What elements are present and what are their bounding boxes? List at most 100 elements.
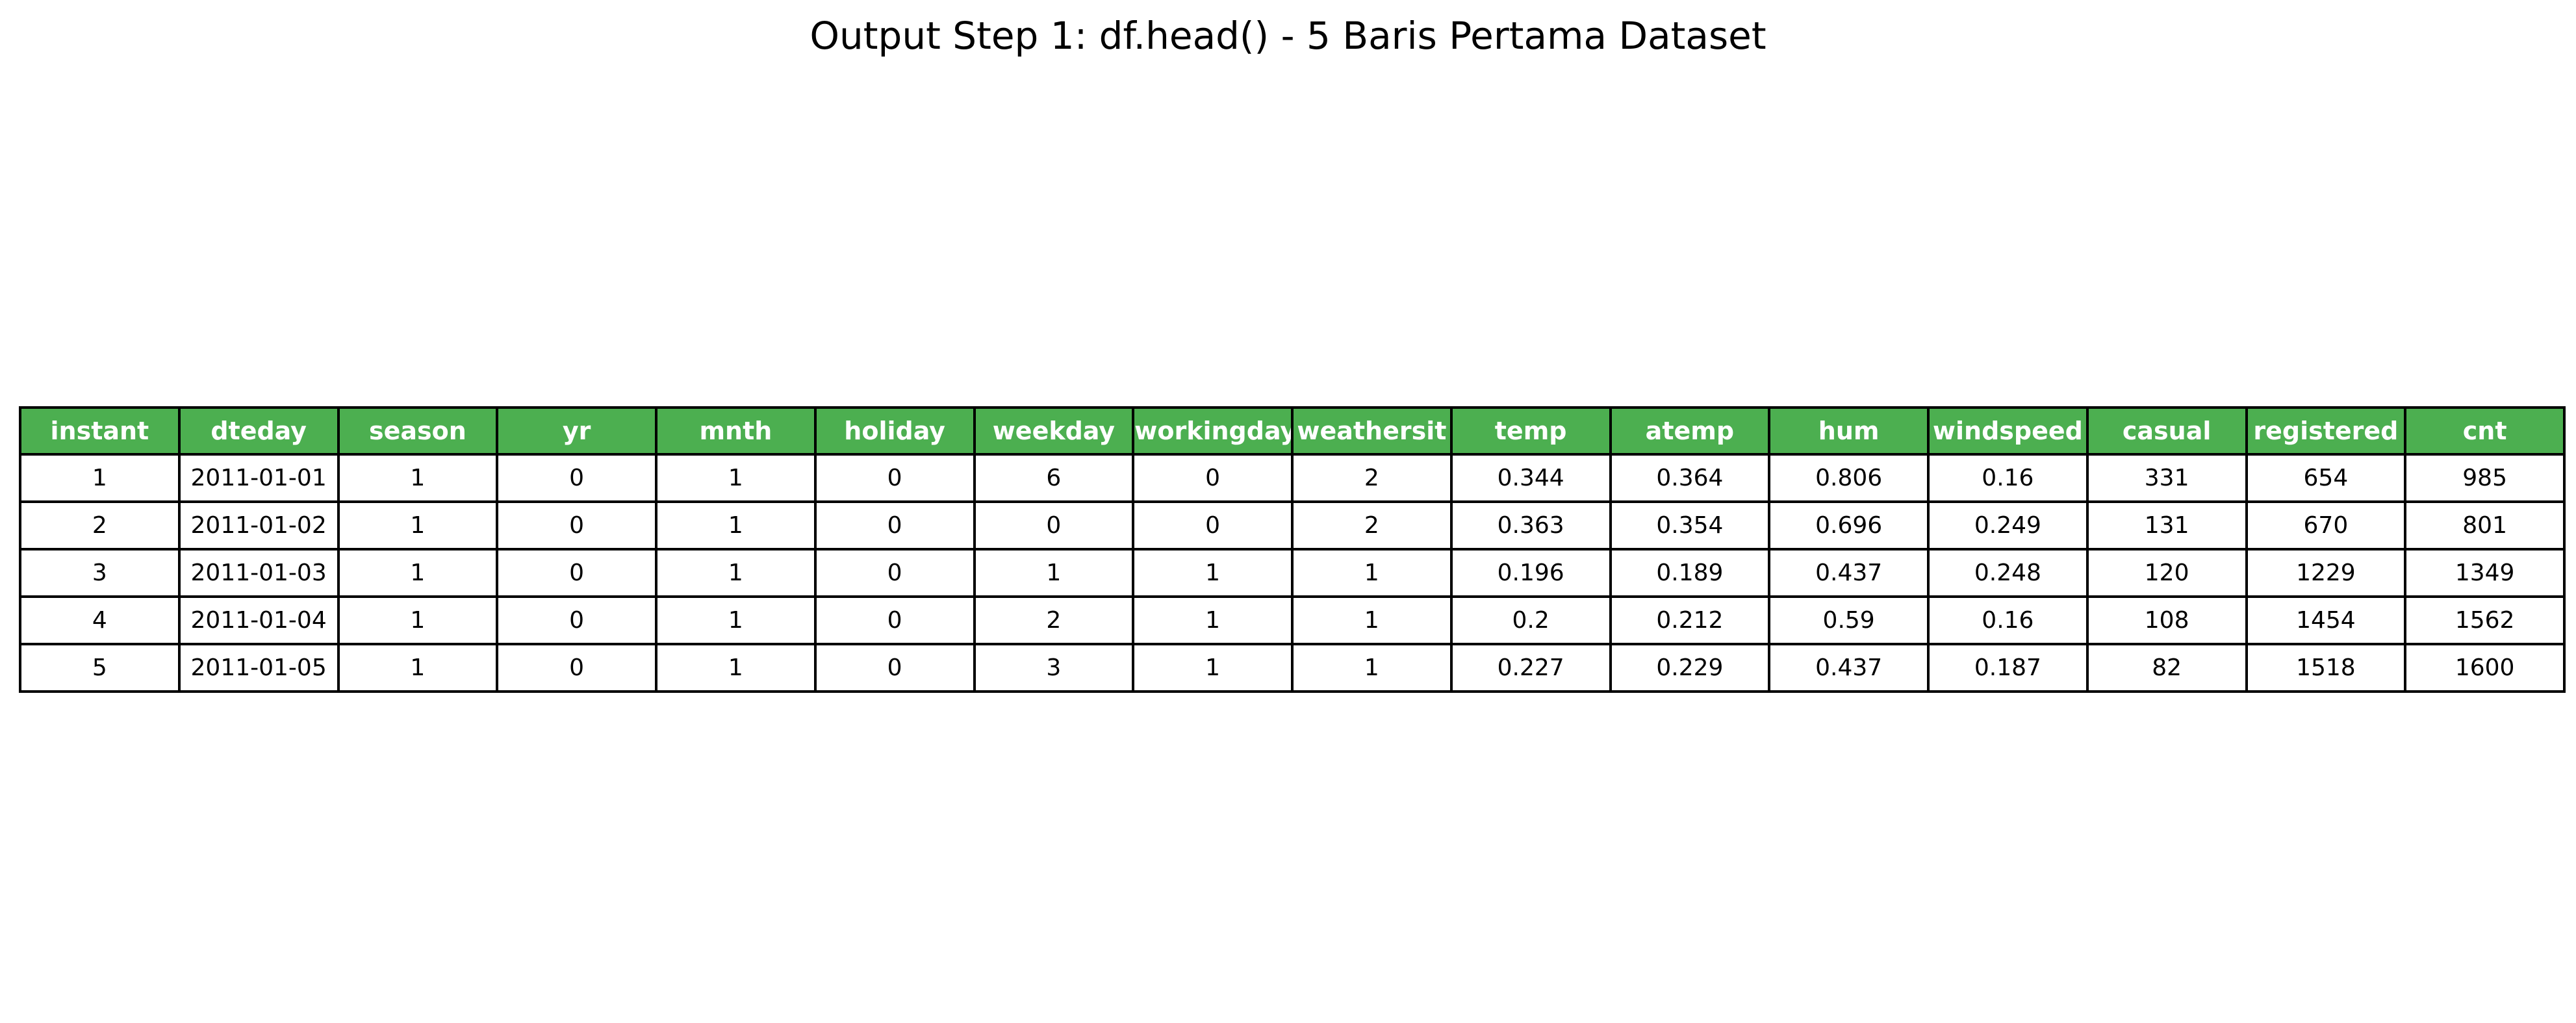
table-cell-yr: 0 [496,453,657,503]
column-header-workingday: workingday [1132,406,1294,456]
table-cell-registered: 670 [2245,500,2407,550]
table-cell-season: 1 [337,548,499,598]
table-cell-weekday: 3 [973,643,1135,693]
table-cell-cnt: 1562 [2404,595,2566,645]
column-header-mnth: mnth [655,406,817,456]
table-cell-hum: 0.437 [1768,548,1930,598]
table-cell-dteday: 2011-01-03 [177,548,340,598]
table-cell-season: 1 [337,595,499,645]
table-cell-windspeed: 0.16 [1927,595,2089,645]
table-row: 1 2011-01-01 1 0 1 0 6 0 2 0.344 0.364 0.806 0.16 331… [19,453,2566,503]
table-cell-yr: 0 [496,643,657,693]
table-cell-yr: 0 [496,548,657,598]
table-row: 2 2011-01-02 1 0 1 0 0 0 2 0.363 0.354 0.696 0.249 13… [19,500,2566,550]
table-cell-workingday: 0 [1132,453,1294,503]
table-cell-mnth: 1 [655,548,817,598]
table-cell-weekday: 6 [973,453,1135,503]
table-cell-holiday: 0 [813,453,976,503]
table-cell-dteday: 2011-01-04 [177,595,340,645]
column-header-dteday: dteday [177,406,340,456]
table-cell-atemp: 0.189 [1609,548,1771,598]
column-header-cnt: cnt [2404,406,2566,456]
column-header-atemp: atemp [1609,406,1771,456]
table-cell-instant: 3 [19,548,181,598]
table-cell-season: 1 [337,453,499,503]
table-cell-yr: 0 [496,500,657,550]
table-cell-casual: 120 [2085,548,2248,598]
table-cell-dteday: 2011-01-02 [177,500,340,550]
table-cell-instant: 5 [19,643,181,693]
table-cell-hum: 0.437 [1768,643,1930,693]
table-cell-weekday: 1 [973,548,1135,598]
table-cell-weathersit: 1 [1291,643,1453,693]
table-header-row: instant dteday season yr mnth holiday weekday w… [19,406,2566,456]
table-row: 4 2011-01-04 1 0 1 0 2 1 1 0.2 0.212 0.59 0.16 108 145… [19,595,2566,645]
table-cell-temp: 0.344 [1449,453,1612,503]
table-cell-workingday: 0 [1132,500,1294,550]
table-cell-workingday: 1 [1132,548,1294,598]
table-cell-windspeed: 0.249 [1927,500,2089,550]
data-table-container: instant dteday season yr mnth holiday weekday w… [19,406,2566,693]
table-cell-registered: 1518 [2245,643,2407,693]
table-cell-mnth: 1 [655,595,817,645]
table-cell-mnth: 1 [655,500,817,550]
table-cell-weathersit: 1 [1291,595,1453,645]
table-cell-mnth: 1 [655,643,817,693]
column-header-season: season [337,406,499,456]
column-header-temp: temp [1449,406,1612,456]
column-header-windspeed: windspeed [1927,406,2089,456]
table-cell-holiday: 0 [813,643,976,693]
table-cell-instant: 4 [19,595,181,645]
table-cell-temp: 0.196 [1449,548,1612,598]
table-cell-cnt: 1600 [2404,643,2566,693]
table-cell-atemp: 0.229 [1609,643,1771,693]
table-cell-yr: 0 [496,595,657,645]
table-cell-casual: 82 [2085,643,2248,693]
column-header-yr: yr [496,406,657,456]
column-header-weathersit: weathersit [1291,406,1453,456]
table-row: 3 2011-01-03 1 0 1 0 1 1 1 0.196 0.189 0.437 0.248 12… [19,548,2566,598]
table-cell-cnt: 801 [2404,500,2566,550]
table-row: 5 2011-01-05 1 0 1 0 3 1 1 0.227 0.229 0.437 0.187 82… [19,643,2566,693]
table-cell-windspeed: 0.248 [1927,548,2089,598]
table-cell-atemp: 0.212 [1609,595,1771,645]
table-cell-holiday: 0 [813,595,976,645]
table-cell-cnt: 1349 [2404,548,2566,598]
column-header-holiday: holiday [813,406,976,456]
table-cell-season: 1 [337,643,499,693]
table-cell-cnt: 985 [2404,453,2566,503]
column-header-registered: registered [2245,406,2407,456]
table-cell-atemp: 0.354 [1609,500,1771,550]
table-cell-hum: 0.59 [1768,595,1930,645]
table-cell-temp: 0.227 [1449,643,1612,693]
table-cell-holiday: 0 [813,548,976,598]
table-cell-weathersit: 1 [1291,548,1453,598]
table-cell-weekday: 0 [973,500,1135,550]
table-cell-dteday: 2011-01-05 [177,643,340,693]
table-cell-workingday: 1 [1132,595,1294,645]
chart-title: Output Step 1: df.head() - 5 Baris Perta… [810,14,1766,58]
table-cell-weekday: 2 [973,595,1135,645]
table-cell-windspeed: 0.187 [1927,643,2089,693]
table-body: 1 2011-01-01 1 0 1 0 6 0 2 0.344 0.364 0.806 0.16 331… [19,453,2566,693]
column-header-instant: instant [19,406,181,456]
table-cell-temp: 0.2 [1449,595,1612,645]
data-table: instant dteday season yr mnth holiday weekday w… [19,406,2566,693]
table-cell-holiday: 0 [813,500,976,550]
table-cell-casual: 331 [2085,453,2248,503]
table-cell-hum: 0.806 [1768,453,1930,503]
column-header-casual: casual [2085,406,2248,456]
table-cell-atemp: 0.364 [1609,453,1771,503]
table-cell-workingday: 1 [1132,643,1294,693]
table-cell-windspeed: 0.16 [1927,453,2089,503]
table-cell-season: 1 [337,500,499,550]
column-header-hum: hum [1768,406,1930,456]
table-cell-weathersit: 2 [1291,500,1453,550]
table-cell-hum: 0.696 [1768,500,1930,550]
column-header-weekday: weekday [973,406,1135,456]
table-cell-casual: 131 [2085,500,2248,550]
table-cell-registered: 654 [2245,453,2407,503]
table-cell-registered: 1454 [2245,595,2407,645]
table-cell-temp: 0.363 [1449,500,1612,550]
table-cell-instant: 2 [19,500,181,550]
